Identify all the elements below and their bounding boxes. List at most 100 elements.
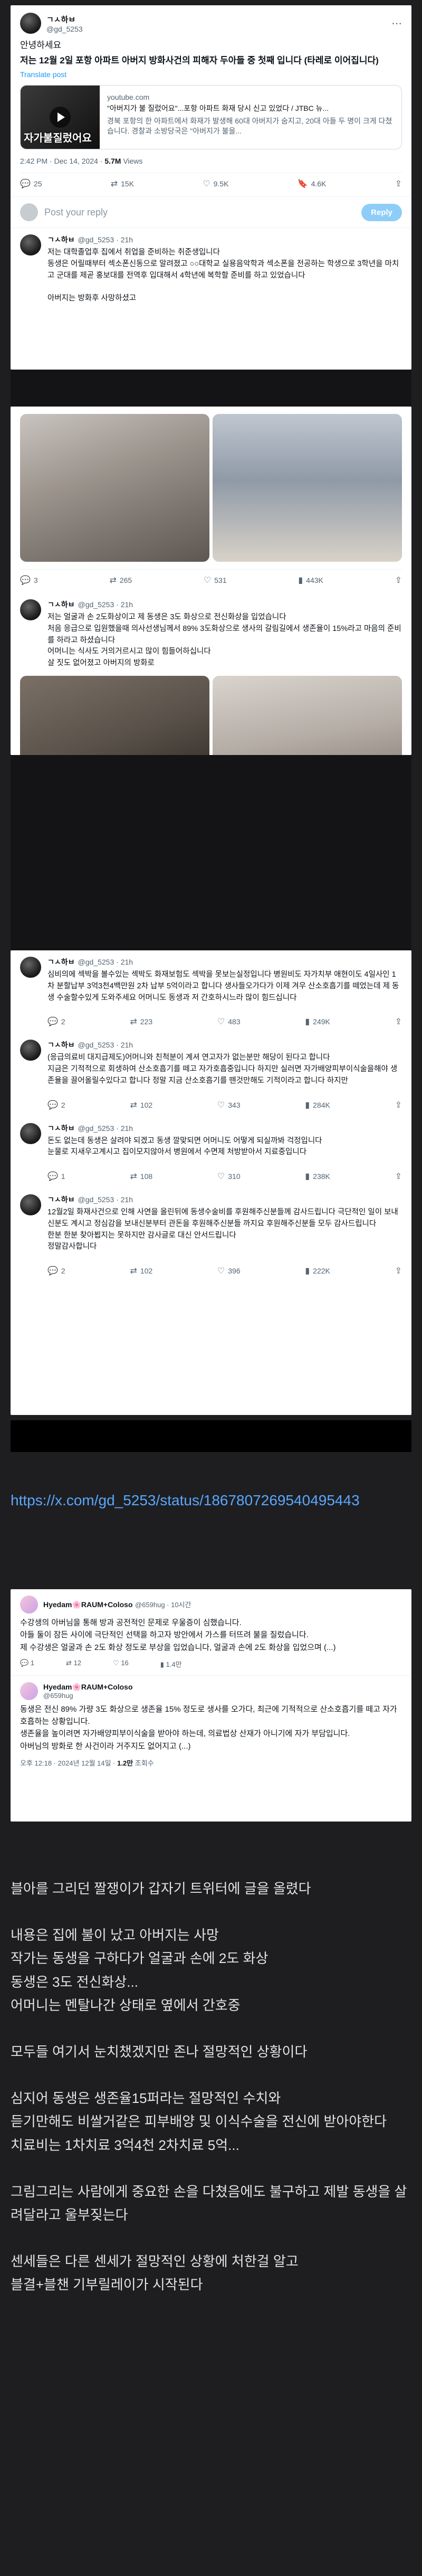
avatar[interactable] xyxy=(20,1040,41,1061)
photo-bandaged-hand[interactable] xyxy=(20,414,209,562)
like-button[interactable]: ♡ 483 xyxy=(217,1016,241,1027)
author-name[interactable]: ㄱㅅ하ㅂ xyxy=(47,958,75,966)
repost-button[interactable]: ⇄ 108 xyxy=(130,1171,152,1182)
repost-button[interactable]: ⇄ 12 xyxy=(66,1659,81,1669)
reply-count: 3 xyxy=(33,576,38,584)
like-button[interactable]: ♡ 16 xyxy=(113,1659,129,1669)
views-button[interactable]: ▮ 1.4만 xyxy=(160,1659,182,1669)
video-thumbnail[interactable]: 자가불질렀어요 xyxy=(21,86,100,149)
like-button[interactable]: ♡ 396 xyxy=(217,1266,241,1276)
article-line: 블아를 그리던 짤쟁이가 갑자기 트위터에 글을 올렸다 xyxy=(11,1881,311,1896)
source-url-link[interactable]: https://x.com/gd_5253/status/18678072695… xyxy=(11,1489,411,1513)
like-count: 9.5K xyxy=(213,180,229,188)
hyedam-panel: Hyedam🌸RAUM+Coloso @659hug · 10시간 수강생의 아… xyxy=(11,1589,411,1822)
reply-count: 25 xyxy=(33,180,42,188)
reply-text: 심비의에 섹박을 볼수있는 섹박도 화재보험도 섹박을 못보는실정입니다 병원비… xyxy=(47,970,399,1002)
reply-button[interactable]: 💬 2 xyxy=(47,1016,65,1027)
view-count: 222K xyxy=(313,1267,330,1275)
author-handle[interactable]: @gd_5253 xyxy=(46,25,83,33)
author-name[interactable]: ㄱㅅ하ㅂ xyxy=(47,1124,75,1133)
tweet-header: ㄱㅅ하ㅂ @gd_5253 ⋯ xyxy=(20,13,402,34)
share-button[interactable]: ⇪ xyxy=(395,1100,402,1110)
author-name[interactable]: ㄱㅅ하ㅂ xyxy=(47,600,75,609)
share-button[interactable]: ⇪ xyxy=(395,1266,402,1276)
avatar[interactable] xyxy=(20,1682,38,1700)
reply-button[interactable]: 💬 2 xyxy=(47,1266,65,1276)
view-count: 284K xyxy=(313,1100,330,1109)
link-domain: youtube.com xyxy=(107,93,150,102)
view-count: 249K xyxy=(313,1017,330,1026)
repost-button[interactable]: ⇄ 223 xyxy=(130,1016,152,1027)
play-icon[interactable] xyxy=(50,107,71,128)
like-button[interactable]: ♡ 531 xyxy=(204,575,227,586)
author-handle: @659hug xyxy=(43,1691,73,1700)
author-name[interactable]: ㄱㅅ하ㅂ xyxy=(47,1041,75,1049)
repost-button[interactable]: ⇄ 15K xyxy=(111,178,134,189)
repost-button[interactable]: ⇄ 102 xyxy=(130,1266,152,1276)
timestamp[interactable]: 2:42 PM · Dec 14, 2024 · xyxy=(20,157,104,165)
reply-submit-button[interactable]: Reply xyxy=(361,203,402,221)
views-button[interactable]: ▮ 443K xyxy=(298,575,323,586)
user-avatar xyxy=(20,203,38,222)
share-button[interactable]: ⇪ xyxy=(395,178,402,189)
author-name[interactable]: Hyedam🌸RAUM+Coloso xyxy=(43,1683,133,1692)
repost-button[interactable]: ⇄ 265 xyxy=(109,575,132,586)
reply-count: 1 xyxy=(30,1658,35,1667)
reply-input[interactable]: Post your reply xyxy=(44,207,355,218)
views-button[interactable]: ▮ 222K xyxy=(305,1266,330,1276)
avatar[interactable] xyxy=(20,234,41,256)
share-icon: ⇪ xyxy=(395,1017,402,1027)
thumbnail-caption: 자가불질렀어요 xyxy=(24,133,92,145)
translate-link[interactable]: Translate post xyxy=(20,70,402,79)
reply-count: 2 xyxy=(61,1017,65,1026)
link-title: "아버지가 불 질렀어요"...포항 아파트 화재 당시 신고 있었다 / JT… xyxy=(107,104,329,113)
avatar[interactable] xyxy=(20,957,41,978)
bookmark-count: 4.6K xyxy=(311,180,327,188)
article-line: 블결+블챈 기부릴레이가 시작된다 xyxy=(11,2277,203,2293)
reply-count: 1 xyxy=(61,1172,65,1181)
photo-hospital-bed[interactable] xyxy=(213,414,402,562)
repost-button[interactable]: ⇄ 102 xyxy=(130,1100,152,1110)
bookmark-icon: 🔖 xyxy=(297,180,308,189)
share-button[interactable]: ⇪ xyxy=(395,1171,402,1182)
like-button[interactable]: ♡ 9.5K xyxy=(203,178,228,189)
like-button[interactable]: ♡ 343 xyxy=(217,1100,241,1110)
views-button[interactable]: ▮ 238K xyxy=(305,1171,330,1182)
article-line: 동생은 3도 전신화상... xyxy=(11,1974,138,1990)
heart-icon: ♡ xyxy=(217,1267,225,1276)
author-name[interactable]: ㄱㅅ하ㅂ xyxy=(47,1195,75,1204)
reply-button[interactable]: 💬 3 xyxy=(20,575,38,586)
timestamp[interactable]: 오후 12:18 · 2024년 12월 14일 · xyxy=(20,1759,117,1767)
avatar[interactable] xyxy=(20,1596,38,1613)
author-handle: @659hug · 10시간 xyxy=(135,1601,191,1609)
repost-count: 12 xyxy=(73,1658,82,1667)
author-name[interactable]: ㄱㅅ하ㅂ xyxy=(46,14,83,25)
chart-icon: ▮ xyxy=(305,1267,310,1276)
share-button[interactable]: ⇪ xyxy=(395,1016,402,1027)
photo-grid xyxy=(20,675,402,755)
photo-bandaged-arm[interactable] xyxy=(213,675,402,755)
author-name[interactable]: Hyedam🌸RAUM+Coloso xyxy=(43,1600,133,1609)
avatar[interactable] xyxy=(20,13,41,34)
reply-button[interactable]: 💬 1 xyxy=(20,1659,34,1669)
reply-button[interactable]: 💬 1 xyxy=(47,1171,65,1182)
link-preview-card[interactable]: 자가불질렀어요 youtube.com "아버지가 불 질렀어요"...포항 아… xyxy=(20,85,402,150)
views-button[interactable]: ▮ 249K xyxy=(305,1016,330,1027)
reply-text: 돈도 없는데 동생은 살려야 되겠고 동생 깔맞되면 어머니도 어떻게 되실까봐… xyxy=(47,1136,322,1157)
reply-tweet: ㄱㅅ하ㅂ @gd_5253 · 21h 저는 대학졸업후 집에서 취업을 준비하는… xyxy=(11,228,411,311)
avatar[interactable] xyxy=(20,1122,41,1144)
reply-icon: 💬 xyxy=(47,1017,58,1027)
author-name[interactable]: ㄱㅅ하ㅂ xyxy=(47,235,75,244)
more-icon[interactable]: ⋯ xyxy=(391,17,402,30)
share-button[interactable]: ⇪ xyxy=(395,575,402,586)
bookmark-button[interactable]: 🔖 4.6K xyxy=(298,178,327,189)
photo-burned-hand[interactable] xyxy=(20,675,209,755)
reply-button[interactable]: 💬 2 xyxy=(47,1100,65,1110)
repost-count: 102 xyxy=(140,1100,153,1109)
avatar[interactable] xyxy=(20,1194,41,1215)
reply-button[interactable]: 💬 25 xyxy=(20,178,42,189)
avatar[interactable] xyxy=(20,599,41,620)
views-button[interactable]: ▮ 284K xyxy=(305,1100,330,1110)
like-button[interactable]: ♡ 310 xyxy=(217,1171,241,1182)
repost-icon: ⇄ xyxy=(109,576,117,585)
